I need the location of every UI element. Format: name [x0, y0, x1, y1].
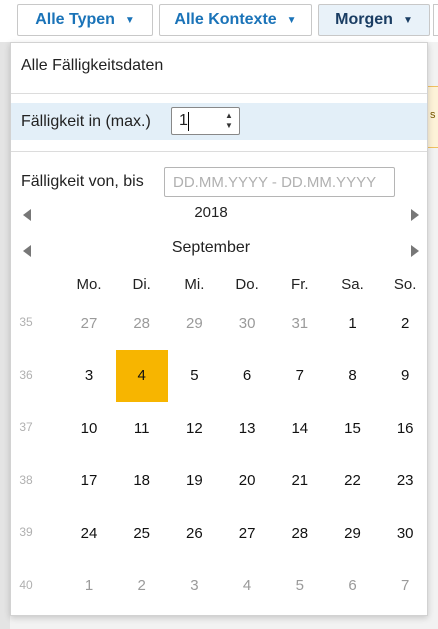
- next-year-icon[interactable]: [411, 209, 419, 221]
- calendar-day[interactable]: 7: [274, 350, 326, 402]
- background-left-edge: [0, 42, 10, 629]
- calendar-day[interactable]: 15: [327, 402, 379, 454]
- week-number: 38: [19, 472, 33, 487]
- due-filter-button[interactable]: Morgen ▼: [318, 4, 430, 36]
- due-range-label: Fälligkeit von, bis: [21, 173, 144, 190]
- toolbar-next-button-edge[interactable]: [433, 4, 438, 36]
- due-range-input[interactable]: DD.MM.YYYY - DD.MM.YYYY: [164, 167, 395, 197]
- type-filter-button[interactable]: Alle Typen ▼: [17, 4, 153, 36]
- calendar-day[interactable]: 23: [379, 455, 431, 507]
- calendar-day[interactable]: 25: [116, 507, 168, 559]
- calendar-day[interactable]: 5: [168, 350, 220, 402]
- due-in-max-value: 1: [179, 112, 188, 129]
- due-in-max-stepper[interactable]: 1 ▲ ▼: [171, 107, 240, 135]
- calendar-day[interactable]: 9: [379, 350, 431, 402]
- calendar-day[interactable]: 3: [63, 350, 115, 402]
- calendar-day[interactable]: 29: [327, 507, 379, 559]
- calendar-day-selected[interactable]: 4: [115, 349, 168, 402]
- next-month-icon[interactable]: [411, 245, 419, 257]
- chevron-down-icon: ▼: [402, 14, 413, 26]
- divider: [11, 93, 427, 94]
- calendar-month: September: [171, 239, 251, 256]
- all-due-dates-option[interactable]: Alle Fälligkeitsdaten: [21, 57, 163, 75]
- calendar-day[interactable]: 6: [221, 350, 273, 402]
- due-filter-label: Morgen: [335, 11, 393, 28]
- calendar-day[interactable]: 7: [379, 560, 431, 612]
- weekday-label: Do.: [235, 276, 259, 293]
- calendar-day[interactable]: 1: [63, 560, 115, 612]
- chevron-down-icon: ▼: [286, 14, 297, 26]
- text-cursor: [188, 112, 189, 131]
- week-number: 40: [19, 577, 33, 592]
- calendar-day[interactable]: 27: [63, 297, 115, 349]
- calendar-day[interactable]: 28: [116, 297, 168, 349]
- weekday-label: Mo.: [76, 276, 102, 293]
- previous-month-icon[interactable]: [23, 245, 31, 257]
- calendar-day[interactable]: 12: [168, 402, 220, 454]
- week-number: 37: [19, 420, 33, 434]
- context-filter-label: Alle Kontexte: [174, 11, 277, 28]
- calendar-day[interactable]: 3: [168, 560, 220, 612]
- calendar-day[interactable]: 10: [63, 402, 115, 454]
- calendar-day[interactable]: 2: [116, 560, 168, 612]
- calendar-day[interactable]: 16: [379, 402, 431, 454]
- calendar-day[interactable]: 19: [168, 455, 220, 507]
- calendar-day[interactable]: 21: [274, 455, 326, 507]
- calendar-day[interactable]: 31: [274, 297, 326, 349]
- calendar-day[interactable]: 27: [221, 507, 273, 559]
- due-in-max-row: Fälligkeit in (max.) 1 ▲ ▼: [11, 103, 427, 140]
- calendar-day[interactable]: 1: [327, 297, 379, 349]
- weekday-label: Di.: [132, 276, 151, 293]
- calendar-day[interactable]: 30: [221, 297, 273, 349]
- background-notice-text: s: [430, 109, 436, 121]
- context-filter-button[interactable]: Alle Kontexte ▼: [159, 4, 312, 36]
- calendar-day[interactable]: 4: [221, 560, 273, 612]
- filter-toolbar: Alle Typen ▼ Alle Kontexte ▼ Morgen ▼: [0, 0, 438, 42]
- calendar-day[interactable]: 29: [168, 297, 220, 349]
- week-number: 35: [19, 315, 33, 329]
- calendar-year: 2018: [194, 204, 228, 221]
- weekday-label: So.: [393, 276, 417, 293]
- weekday-label: Fr.: [291, 276, 309, 293]
- calendar-day[interactable]: 24: [63, 507, 115, 559]
- calendar-day[interactable]: 18: [116, 455, 168, 507]
- type-filter-label: Alle Typen: [35, 11, 115, 28]
- weekday-label: Sa.: [341, 276, 364, 293]
- week-number: 36: [19, 367, 33, 382]
- spinner-icon[interactable]: ▲ ▼: [222, 111, 236, 131]
- calendar-day[interactable]: 13: [221, 402, 273, 454]
- calendar-day[interactable]: 22: [327, 455, 379, 507]
- chevron-down-icon: ▼: [124, 14, 135, 26]
- calendar-day[interactable]: 26: [168, 507, 220, 559]
- calendar-day[interactable]: 11: [116, 402, 168, 454]
- calendar-day[interactable]: 30: [379, 507, 431, 559]
- calendar-day[interactable]: 5: [274, 560, 326, 612]
- weekday-label: Mi.: [184, 276, 205, 293]
- calendar-day[interactable]: 2: [379, 297, 431, 349]
- divider: [11, 151, 427, 152]
- calendar-day[interactable]: 28: [274, 507, 326, 559]
- due-range-placeholder: DD.MM.YYYY - DD.MM.YYYY: [173, 174, 377, 191]
- week-number: 39: [19, 525, 33, 539]
- calendar-day[interactable]: 6: [327, 560, 379, 612]
- calendar-day[interactable]: 20: [221, 455, 273, 507]
- calendar-day[interactable]: 14: [274, 402, 326, 454]
- calendar-day[interactable]: 17: [63, 455, 115, 507]
- previous-year-icon[interactable]: [23, 209, 31, 221]
- due-date-dropdown: Alle Fälligkeitsdaten Fälligkeit in (max…: [10, 42, 428, 616]
- calendar-day[interactable]: 8: [327, 350, 379, 402]
- due-in-max-label: Fälligkeit in (max.): [21, 113, 151, 130]
